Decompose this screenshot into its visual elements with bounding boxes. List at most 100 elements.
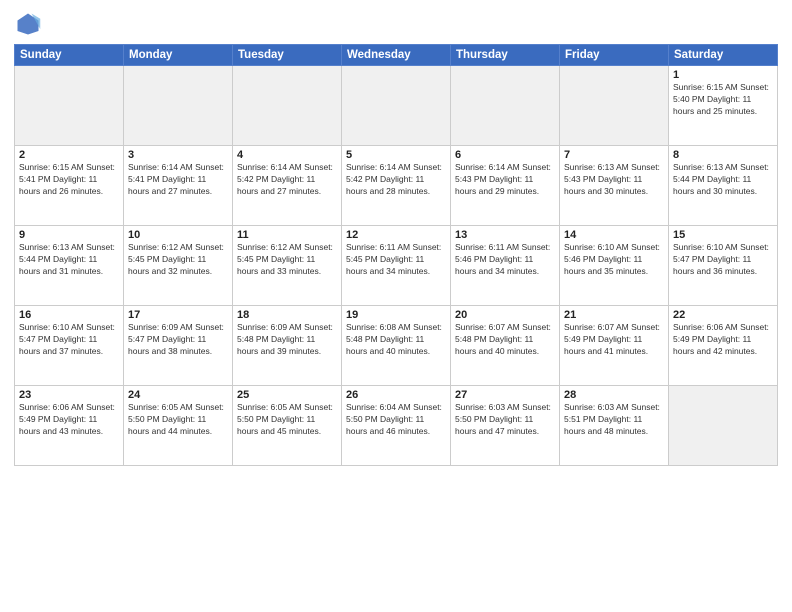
header [14,10,778,38]
calendar-cell: 12Sunrise: 6:11 AM Sunset: 5:45 PM Dayli… [342,226,451,306]
calendar-cell: 18Sunrise: 6:09 AM Sunset: 5:48 PM Dayli… [233,306,342,386]
day-number: 17 [128,309,228,321]
calendar-cell [124,66,233,146]
calendar-cell: 25Sunrise: 6:05 AM Sunset: 5:50 PM Dayli… [233,386,342,466]
day-number: 18 [237,309,337,321]
day-number: 11 [237,229,337,241]
day-info: Sunrise: 6:11 AM Sunset: 5:45 PM Dayligh… [346,242,446,278]
day-info: Sunrise: 6:06 AM Sunset: 5:49 PM Dayligh… [673,322,773,358]
calendar-cell: 11Sunrise: 6:12 AM Sunset: 5:45 PM Dayli… [233,226,342,306]
day-number: 28 [564,389,664,401]
week-row-2: 9Sunrise: 6:13 AM Sunset: 5:44 PM Daylig… [15,226,778,306]
day-info: Sunrise: 6:14 AM Sunset: 5:41 PM Dayligh… [128,162,228,198]
day-number: 3 [128,149,228,161]
calendar-cell: 10Sunrise: 6:12 AM Sunset: 5:45 PM Dayli… [124,226,233,306]
calendar-cell: 27Sunrise: 6:03 AM Sunset: 5:50 PM Dayli… [451,386,560,466]
day-info: Sunrise: 6:06 AM Sunset: 5:49 PM Dayligh… [19,402,119,438]
day-number: 10 [128,229,228,241]
day-info: Sunrise: 6:12 AM Sunset: 5:45 PM Dayligh… [128,242,228,278]
calendar-cell: 9Sunrise: 6:13 AM Sunset: 5:44 PM Daylig… [15,226,124,306]
page: SundayMondayTuesdayWednesdayThursdayFrid… [0,0,792,612]
calendar-cell: 14Sunrise: 6:10 AM Sunset: 5:46 PM Dayli… [560,226,669,306]
day-number: 16 [19,309,119,321]
day-info: Sunrise: 6:09 AM Sunset: 5:48 PM Dayligh… [237,322,337,358]
day-info: Sunrise: 6:07 AM Sunset: 5:49 PM Dayligh… [564,322,664,358]
weekday-header-saturday: Saturday [669,45,778,66]
day-info: Sunrise: 6:14 AM Sunset: 5:42 PM Dayligh… [237,162,337,198]
day-info: Sunrise: 6:15 AM Sunset: 5:40 PM Dayligh… [673,82,773,118]
calendar-cell: 16Sunrise: 6:10 AM Sunset: 5:47 PM Dayli… [15,306,124,386]
day-number: 5 [346,149,446,161]
day-number: 24 [128,389,228,401]
weekday-header-sunday: Sunday [15,45,124,66]
weekday-header-friday: Friday [560,45,669,66]
day-info: Sunrise: 6:07 AM Sunset: 5:48 PM Dayligh… [455,322,555,358]
day-number: 25 [237,389,337,401]
day-info: Sunrise: 6:05 AM Sunset: 5:50 PM Dayligh… [237,402,337,438]
calendar-cell [669,386,778,466]
calendar-cell [560,66,669,146]
calendar-cell: 13Sunrise: 6:11 AM Sunset: 5:46 PM Dayli… [451,226,560,306]
day-number: 8 [673,149,773,161]
calendar-cell [233,66,342,146]
weekday-header-tuesday: Tuesday [233,45,342,66]
day-number: 15 [673,229,773,241]
calendar-cell: 1Sunrise: 6:15 AM Sunset: 5:40 PM Daylig… [669,66,778,146]
logo [14,10,46,38]
calendar-cell: 3Sunrise: 6:14 AM Sunset: 5:41 PM Daylig… [124,146,233,226]
day-info: Sunrise: 6:13 AM Sunset: 5:43 PM Dayligh… [564,162,664,198]
day-info: Sunrise: 6:10 AM Sunset: 5:46 PM Dayligh… [564,242,664,278]
weekday-header-wednesday: Wednesday [342,45,451,66]
day-number: 1 [673,69,773,81]
day-info: Sunrise: 6:14 AM Sunset: 5:43 PM Dayligh… [455,162,555,198]
day-number: 7 [564,149,664,161]
day-number: 20 [455,309,555,321]
logo-icon [14,10,42,38]
calendar-cell: 5Sunrise: 6:14 AM Sunset: 5:42 PM Daylig… [342,146,451,226]
week-row-3: 16Sunrise: 6:10 AM Sunset: 5:47 PM Dayli… [15,306,778,386]
day-info: Sunrise: 6:10 AM Sunset: 5:47 PM Dayligh… [673,242,773,278]
day-number: 22 [673,309,773,321]
day-info: Sunrise: 6:14 AM Sunset: 5:42 PM Dayligh… [346,162,446,198]
calendar-cell: 23Sunrise: 6:06 AM Sunset: 5:49 PM Dayli… [15,386,124,466]
calendar-cell: 6Sunrise: 6:14 AM Sunset: 5:43 PM Daylig… [451,146,560,226]
day-info: Sunrise: 6:10 AM Sunset: 5:47 PM Dayligh… [19,322,119,358]
calendar-cell: 28Sunrise: 6:03 AM Sunset: 5:51 PM Dayli… [560,386,669,466]
calendar-table: SundayMondayTuesdayWednesdayThursdayFrid… [14,44,778,466]
calendar-cell: 15Sunrise: 6:10 AM Sunset: 5:47 PM Dayli… [669,226,778,306]
day-info: Sunrise: 6:13 AM Sunset: 5:44 PM Dayligh… [673,162,773,198]
weekday-header-thursday: Thursday [451,45,560,66]
calendar-cell [451,66,560,146]
day-number: 19 [346,309,446,321]
day-number: 6 [455,149,555,161]
day-number: 13 [455,229,555,241]
day-info: Sunrise: 6:03 AM Sunset: 5:50 PM Dayligh… [455,402,555,438]
day-number: 9 [19,229,119,241]
calendar-cell: 22Sunrise: 6:06 AM Sunset: 5:49 PM Dayli… [669,306,778,386]
week-row-4: 23Sunrise: 6:06 AM Sunset: 5:49 PM Dayli… [15,386,778,466]
day-number: 14 [564,229,664,241]
weekday-header-monday: Monday [124,45,233,66]
week-row-1: 2Sunrise: 6:15 AM Sunset: 5:41 PM Daylig… [15,146,778,226]
calendar-cell: 2Sunrise: 6:15 AM Sunset: 5:41 PM Daylig… [15,146,124,226]
day-info: Sunrise: 6:12 AM Sunset: 5:45 PM Dayligh… [237,242,337,278]
day-number: 4 [237,149,337,161]
calendar-cell: 4Sunrise: 6:14 AM Sunset: 5:42 PM Daylig… [233,146,342,226]
day-number: 21 [564,309,664,321]
day-info: Sunrise: 6:05 AM Sunset: 5:50 PM Dayligh… [128,402,228,438]
day-number: 2 [19,149,119,161]
day-number: 27 [455,389,555,401]
calendar-cell: 20Sunrise: 6:07 AM Sunset: 5:48 PM Dayli… [451,306,560,386]
calendar-cell: 24Sunrise: 6:05 AM Sunset: 5:50 PM Dayli… [124,386,233,466]
calendar-cell: 26Sunrise: 6:04 AM Sunset: 5:50 PM Dayli… [342,386,451,466]
day-info: Sunrise: 6:03 AM Sunset: 5:51 PM Dayligh… [564,402,664,438]
calendar-cell: 21Sunrise: 6:07 AM Sunset: 5:49 PM Dayli… [560,306,669,386]
day-number: 26 [346,389,446,401]
calendar-cell [342,66,451,146]
calendar-cell: 7Sunrise: 6:13 AM Sunset: 5:43 PM Daylig… [560,146,669,226]
day-info: Sunrise: 6:13 AM Sunset: 5:44 PM Dayligh… [19,242,119,278]
calendar-cell: 17Sunrise: 6:09 AM Sunset: 5:47 PM Dayli… [124,306,233,386]
day-info: Sunrise: 6:08 AM Sunset: 5:48 PM Dayligh… [346,322,446,358]
day-info: Sunrise: 6:04 AM Sunset: 5:50 PM Dayligh… [346,402,446,438]
week-row-0: 1Sunrise: 6:15 AM Sunset: 5:40 PM Daylig… [15,66,778,146]
